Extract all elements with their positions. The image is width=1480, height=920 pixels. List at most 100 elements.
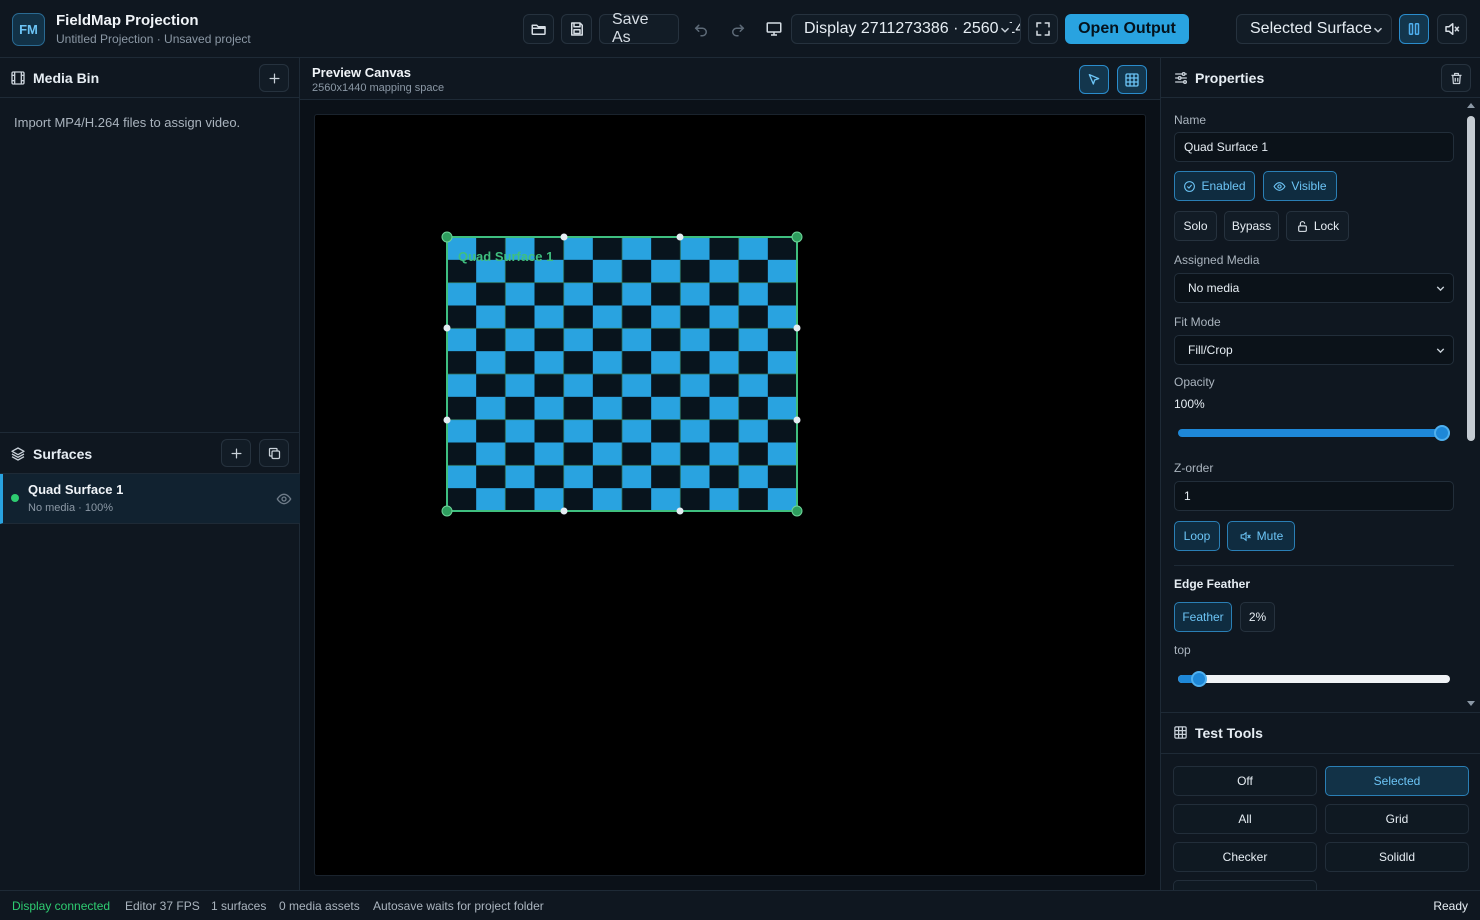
checker-cell [622, 442, 652, 466]
import-media-button[interactable] [259, 64, 289, 92]
edge-handle[interactable] [443, 324, 451, 332]
corner-handle[interactable] [791, 231, 803, 243]
checker-cell [563, 282, 594, 306]
zorder-input[interactable]: 1 [1174, 481, 1454, 511]
test-solid-button[interactable]: Solidld [1325, 842, 1469, 872]
name-label: Name [1174, 113, 1207, 127]
section-divider [1174, 565, 1454, 566]
surface-name-input[interactable]: Quad Surface 1 [1174, 132, 1454, 162]
pause-button[interactable] [1399, 14, 1429, 44]
test-checker-button[interactable]: Checker [1173, 842, 1317, 872]
surface-list-item[interactable]: Quad Surface 1 No media · 100% [0, 474, 300, 524]
display-status: Display connected [12, 899, 111, 913]
monitor-icon [766, 22, 782, 36]
checker-cell [447, 396, 477, 420]
edge-handle[interactable] [560, 233, 568, 241]
feather-top-slider-thumb[interactable] [1190, 671, 1207, 687]
select-tool-button[interactable] [1079, 65, 1109, 94]
checker-cell [447, 282, 477, 306]
save-icon [570, 22, 583, 36]
checker-cell [680, 419, 710, 443]
enabled-toggle[interactable]: Enabled [1174, 171, 1255, 201]
edge-handle[interactable] [793, 324, 801, 332]
checker-cell [563, 351, 594, 375]
checker-cell [767, 419, 798, 443]
test-more-button[interactable] [1173, 880, 1317, 890]
opacity-slider-thumb[interactable] [1434, 425, 1450, 441]
checker-cell [447, 442, 477, 466]
fit-mode-value: Fill/Crop [1188, 343, 1233, 357]
test-selected-button[interactable]: Selected [1325, 766, 1469, 796]
corner-handle[interactable] [441, 231, 453, 243]
save-button[interactable] [561, 14, 592, 44]
lock-toggle[interactable]: Lock [1286, 211, 1349, 241]
edge-handle[interactable] [793, 416, 801, 424]
lock-label: Lock [1313, 219, 1340, 233]
checker-cell [592, 396, 623, 420]
fullscreen-button[interactable] [1028, 14, 1058, 44]
visible-toggle[interactable]: Visible [1263, 171, 1337, 201]
opacity-slider[interactable] [1178, 429, 1450, 437]
edge-handle[interactable] [676, 233, 684, 241]
checker-cell [738, 465, 769, 489]
add-surface-button[interactable] [221, 439, 251, 467]
checker-cell [680, 488, 710, 512]
checker-cell [476, 374, 506, 398]
delete-surface-button[interactable] [1441, 64, 1471, 92]
checker-cell [534, 305, 564, 329]
mapping-canvas[interactable]: Quad Surface 1 [314, 114, 1146, 876]
undo-button[interactable] [686, 14, 716, 44]
fullscreen-icon [1036, 22, 1050, 36]
grid-icon [1125, 72, 1139, 87]
display-select[interactable]: Display 2711273386 · 2560x1440 [791, 14, 1021, 44]
corner-handle[interactable] [791, 505, 803, 517]
test-grid-button[interactable]: Grid [1325, 804, 1469, 834]
test-off-button[interactable]: Off [1173, 766, 1317, 796]
fit-mode-select[interactable]: Fill/Crop [1174, 335, 1454, 365]
open-project-button[interactable] [523, 14, 554, 44]
loop-toggle[interactable]: Loop [1174, 521, 1220, 551]
open-output-button[interactable]: Open Output [1065, 14, 1189, 44]
properties-scrollbar[interactable] [1465, 100, 1475, 710]
folder-open-icon [531, 24, 546, 35]
test-all-button[interactable]: All [1173, 804, 1317, 834]
preview-title: Preview Canvas [312, 65, 412, 80]
volume-mute-icon [1445, 23, 1460, 35]
checker-cell [592, 419, 623, 443]
mute-output-button[interactable] [1437, 14, 1467, 44]
chevron-down-icon [1434, 274, 1447, 305]
duplicate-surface-button[interactable] [259, 439, 289, 467]
feather-top-slider[interactable] [1178, 675, 1450, 683]
mute-label: Mute [1256, 529, 1284, 543]
save-as-button[interactable]: Save As [599, 11, 679, 46]
assigned-media-select[interactable]: No media [1174, 273, 1454, 303]
scrollbar-thumb[interactable] [1467, 116, 1475, 441]
checker-cell [622, 351, 652, 375]
checker-cell [680, 374, 710, 398]
edge-feather-title: Edge Feather [1174, 577, 1251, 591]
properties-panel: Properties Name Quad Surface 1 Enabled V… [1160, 58, 1480, 890]
surface-select[interactable]: Selected Surface [1236, 14, 1392, 44]
corner-handle[interactable] [441, 505, 453, 517]
checker-cell [622, 396, 652, 420]
checker-cell [563, 488, 594, 512]
eye-icon[interactable] [276, 491, 292, 507]
edge-handle[interactable] [443, 416, 451, 424]
grid-toggle-button[interactable] [1117, 65, 1147, 94]
edge-handle[interactable] [560, 507, 568, 515]
redo-button[interactable] [723, 14, 753, 44]
plus-icon [269, 73, 279, 83]
checker-cell [651, 305, 681, 329]
checker-cell [767, 259, 798, 283]
edge-handle[interactable] [676, 507, 684, 515]
checker-cell [709, 374, 739, 398]
checker-cell [767, 442, 798, 466]
bypass-toggle[interactable]: Bypass [1224, 211, 1279, 241]
checker-cell [505, 465, 535, 489]
mute-toggle[interactable]: Mute [1227, 521, 1295, 551]
checker-cell [767, 305, 798, 329]
solo-toggle[interactable]: Solo [1174, 211, 1217, 241]
checker-cell [563, 442, 594, 466]
checker-cell [476, 328, 506, 352]
feather-toggle[interactable]: Feather [1174, 602, 1232, 632]
